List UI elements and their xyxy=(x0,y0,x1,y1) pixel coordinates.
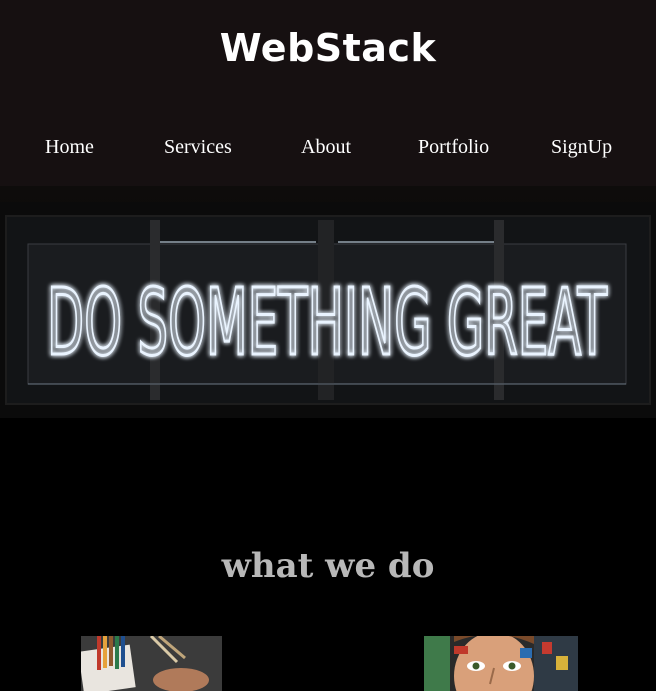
hero-neon-text: DO SOMETHING GREAT xyxy=(47,269,607,376)
main-nav: Home Services About Portfolio SignUp xyxy=(0,136,656,164)
nav-item-services[interactable]: Services xyxy=(164,136,232,159)
nav-item-about[interactable]: About xyxy=(301,136,351,159)
hero-neon-sign-image: DO SOMETHING GREAT xyxy=(0,186,656,418)
service-image-art-supplies[interactable] xyxy=(81,636,222,691)
nav-item-signup[interactable]: SignUp xyxy=(551,136,612,159)
hero-banner: DO SOMETHING GREAT xyxy=(0,186,656,418)
section-title-what-we-do: what we do xyxy=(221,546,435,587)
street-art-illustration xyxy=(424,636,578,691)
site-header: WebStack Home Services About Portfolio S… xyxy=(0,0,656,186)
service-image-street-art[interactable] xyxy=(424,636,578,691)
site-logo-title[interactable]: WebStack xyxy=(0,26,656,70)
nav-item-portfolio[interactable]: Portfolio xyxy=(418,136,489,159)
art-supplies-illustration xyxy=(81,636,222,691)
nav-item-home[interactable]: Home xyxy=(45,136,94,159)
